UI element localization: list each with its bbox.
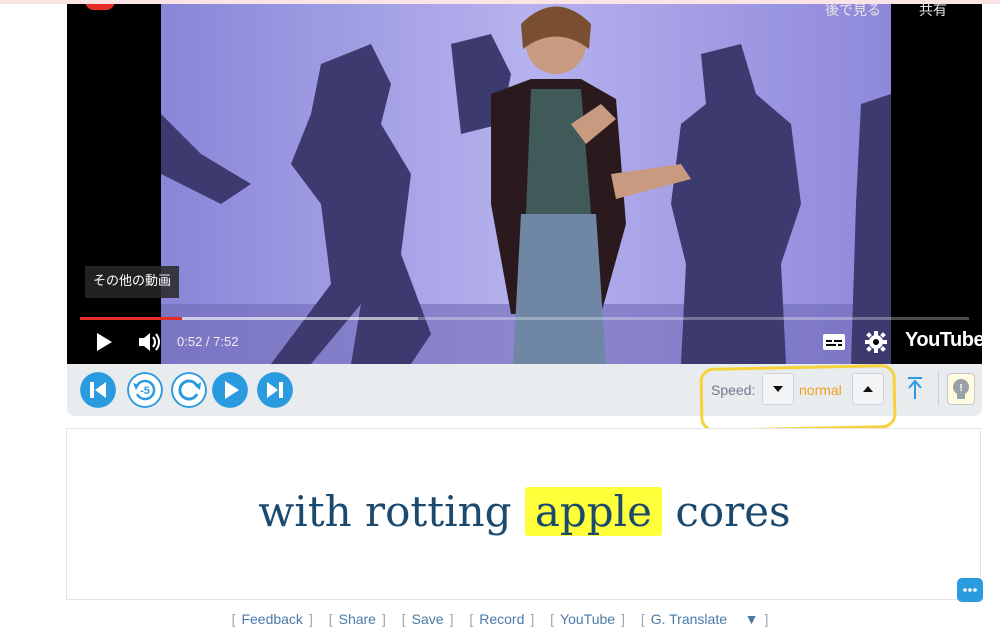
video-player[interactable]: 後で見る 共有 その他の動画 0:52 / 7:52 YouTube xyxy=(67,4,982,364)
youtube-link[interactable]: YouTube xyxy=(560,611,615,627)
save-link[interactable]: Save xyxy=(412,611,444,627)
play-icon[interactable] xyxy=(93,331,115,353)
caption-text-after: cores xyxy=(661,487,791,536)
more-icon xyxy=(963,588,977,592)
played-bar xyxy=(80,317,183,320)
feedback-link[interactable]: Feedback xyxy=(241,611,302,627)
more-videos-label[interactable]: その他の動画 xyxy=(85,266,180,298)
svg-text:-5: -5 xyxy=(140,385,150,397)
caption-highlight-word[interactable]: apple xyxy=(524,487,662,536)
replay-icon[interactable] xyxy=(171,372,207,408)
record-link[interactable]: Record xyxy=(479,611,524,627)
lightbulb-icon: ! xyxy=(953,379,969,399)
skip-back-icon[interactable] xyxy=(80,372,116,408)
subtitles-icon[interactable] xyxy=(822,333,846,351)
share-link[interactable]: Share xyxy=(339,611,376,627)
watch-later-label[interactable]: 後で見る xyxy=(825,4,881,20)
footer-links: [Feedback] [Share] [Save] [Record] [YouT… xyxy=(231,611,769,627)
time-display: 0:52 / 7:52 xyxy=(177,334,239,349)
hint-button[interactable]: ! xyxy=(947,373,975,405)
youtube-brand[interactable]: YouTube xyxy=(905,329,982,352)
share-label[interactable]: 共有 xyxy=(919,4,947,20)
divider xyxy=(938,372,939,406)
caption-panel: with rotting apple cores xyxy=(66,428,981,600)
video-frame xyxy=(161,4,891,364)
scroll-to-top-icon[interactable] xyxy=(905,375,925,401)
youtube-logo-partial xyxy=(85,4,115,10)
skip-forward-icon[interactable] xyxy=(257,372,293,408)
settings-icon[interactable] xyxy=(865,331,887,353)
chat-button[interactable] xyxy=(957,578,983,602)
volume-icon[interactable] xyxy=(137,330,163,354)
translate-link[interactable]: G. Translate xyxy=(651,611,727,627)
svg-text:!: ! xyxy=(959,383,962,394)
caption-text-before: with rotting xyxy=(258,487,525,536)
speed-highlight-annotation xyxy=(699,363,897,433)
replay-5-icon[interactable]: -5 xyxy=(127,372,163,408)
progress-bar[interactable] xyxy=(80,317,969,320)
play-button-icon[interactable] xyxy=(212,372,248,408)
caption-line: with rotting apple cores xyxy=(67,487,982,536)
dropdown-glyph[interactable]: ▼ xyxy=(745,611,759,627)
